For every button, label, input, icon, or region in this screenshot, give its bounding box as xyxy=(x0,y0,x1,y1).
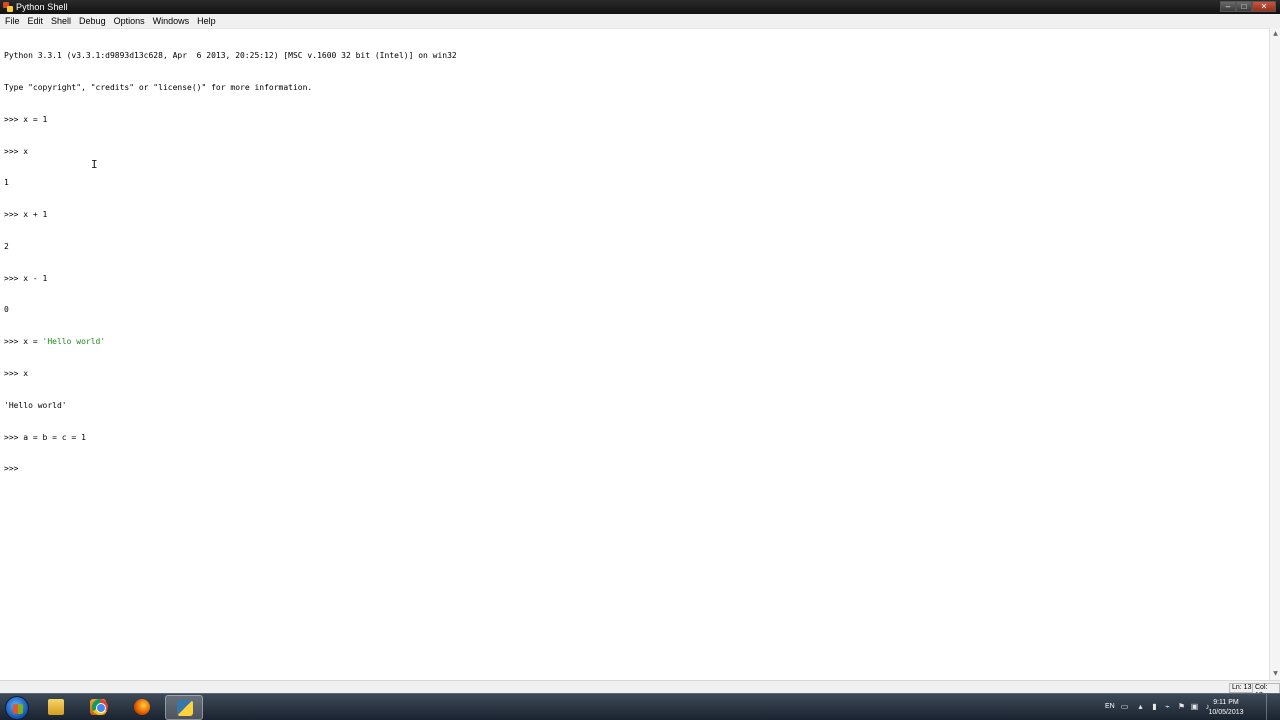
title-bar: Python Shell ‒ □ ✕ xyxy=(0,0,1280,14)
keyboard-icon[interactable]: ▭ xyxy=(1120,702,1129,711)
system-tray: EN ▭ ▴ ▮ ⌁ ⚑ ▣ ♪ 9:11 PM 10/05/2013 xyxy=(1100,694,1280,720)
string-literal: 'Hello world' xyxy=(42,337,106,347)
shell-line: >>> x + 1 xyxy=(4,210,48,220)
minimize-button[interactable]: ‒ xyxy=(1220,1,1236,12)
firefox-icon xyxy=(134,699,150,715)
taskbar: EN ▭ ▴ ▮ ⌁ ⚑ ▣ ♪ 9:11 PM 10/05/2013 xyxy=(0,693,1280,720)
shell-line: 1 xyxy=(4,178,9,188)
shell-line: >>> a = b = c = 1 xyxy=(4,433,1269,444)
screen-icon[interactable]: ▣ xyxy=(1190,702,1199,711)
shell-line: >>> x = 'Hello world' xyxy=(4,337,1269,348)
maximize-button[interactable]: □ xyxy=(1236,1,1252,12)
clock-date[interactable]: 10/05/2013 xyxy=(1206,709,1246,716)
scroll-up-arrow-icon[interactable]: ▲ xyxy=(1271,29,1280,39)
idle-app-icon xyxy=(3,2,13,12)
chrome-icon xyxy=(92,699,108,715)
flag-icon[interactable]: ⚑ xyxy=(1177,702,1186,711)
menu-edit[interactable]: Edit xyxy=(24,14,48,28)
menu-windows[interactable]: Windows xyxy=(149,14,194,28)
menu-options[interactable]: Options xyxy=(110,14,149,28)
shell-line: 'Hello world' xyxy=(4,400,67,410)
network-icon[interactable]: ⌁ xyxy=(1163,702,1172,711)
menu-help[interactable]: Help xyxy=(193,14,220,28)
language-indicator[interactable]: EN xyxy=(1105,703,1115,710)
scroll-down-arrow-icon[interactable]: ▼ xyxy=(1271,669,1280,679)
shell-line-banner: Python 3.3.1 (v3.3.1:d9893d13c628, Apr 6… xyxy=(4,51,457,61)
close-button[interactable]: ✕ xyxy=(1252,1,1276,12)
menu-debug[interactable]: Debug xyxy=(75,14,110,28)
window-controls: ‒ □ ✕ xyxy=(1220,1,1276,12)
shell-code: >>> x = xyxy=(4,337,43,347)
shell-line: >>> x xyxy=(4,146,29,156)
shell-code: >>> a = b = c = 1 xyxy=(4,432,86,442)
shell-line: 2 xyxy=(4,241,9,251)
menu-file[interactable]: File xyxy=(0,14,24,28)
shell-line: >>> x - 1 xyxy=(4,273,48,283)
signal-icon[interactable]: ▮ xyxy=(1150,702,1159,711)
status-bar: Ln: 13 Col: 17 xyxy=(0,680,1280,701)
start-button[interactable] xyxy=(5,696,29,720)
shell-prompt-line[interactable]: >>> xyxy=(4,464,1269,475)
folder-icon xyxy=(48,699,64,715)
menu-shell[interactable]: Shell xyxy=(47,14,75,28)
shell-line-info: Type "copyright", "credits" or "license(… xyxy=(4,82,313,92)
status-line-number: Ln: 13 xyxy=(1229,683,1255,693)
taskbar-app-chrome[interactable] xyxy=(81,695,119,720)
shell-line: >>> x = 1 xyxy=(4,114,48,124)
menu-bar: File Edit Shell Debug Options Windows He… xyxy=(0,14,1280,28)
taskbar-app-explorer[interactable] xyxy=(37,695,75,720)
text-cursor-icon: I xyxy=(91,158,98,171)
window-title: Python Shell xyxy=(16,2,68,12)
shell-line: >>> x xyxy=(4,369,29,378)
show-desktop-button[interactable] xyxy=(1266,694,1280,720)
vertical-scrollbar[interactable]: ▲ ▼ xyxy=(1269,28,1280,680)
python-icon xyxy=(177,700,193,716)
clock-time[interactable]: 9:11 PM xyxy=(1206,699,1246,706)
shell-text-area[interactable]: Python 3.3.1 (v3.3.1:d9893d13c628, Apr 6… xyxy=(0,28,1269,680)
shell-line: 0 xyxy=(4,305,9,315)
taskbar-app-firefox[interactable] xyxy=(123,695,161,720)
taskbar-app-python[interactable] xyxy=(165,695,203,720)
show-hidden-icons-icon[interactable]: ▴ xyxy=(1136,702,1145,711)
